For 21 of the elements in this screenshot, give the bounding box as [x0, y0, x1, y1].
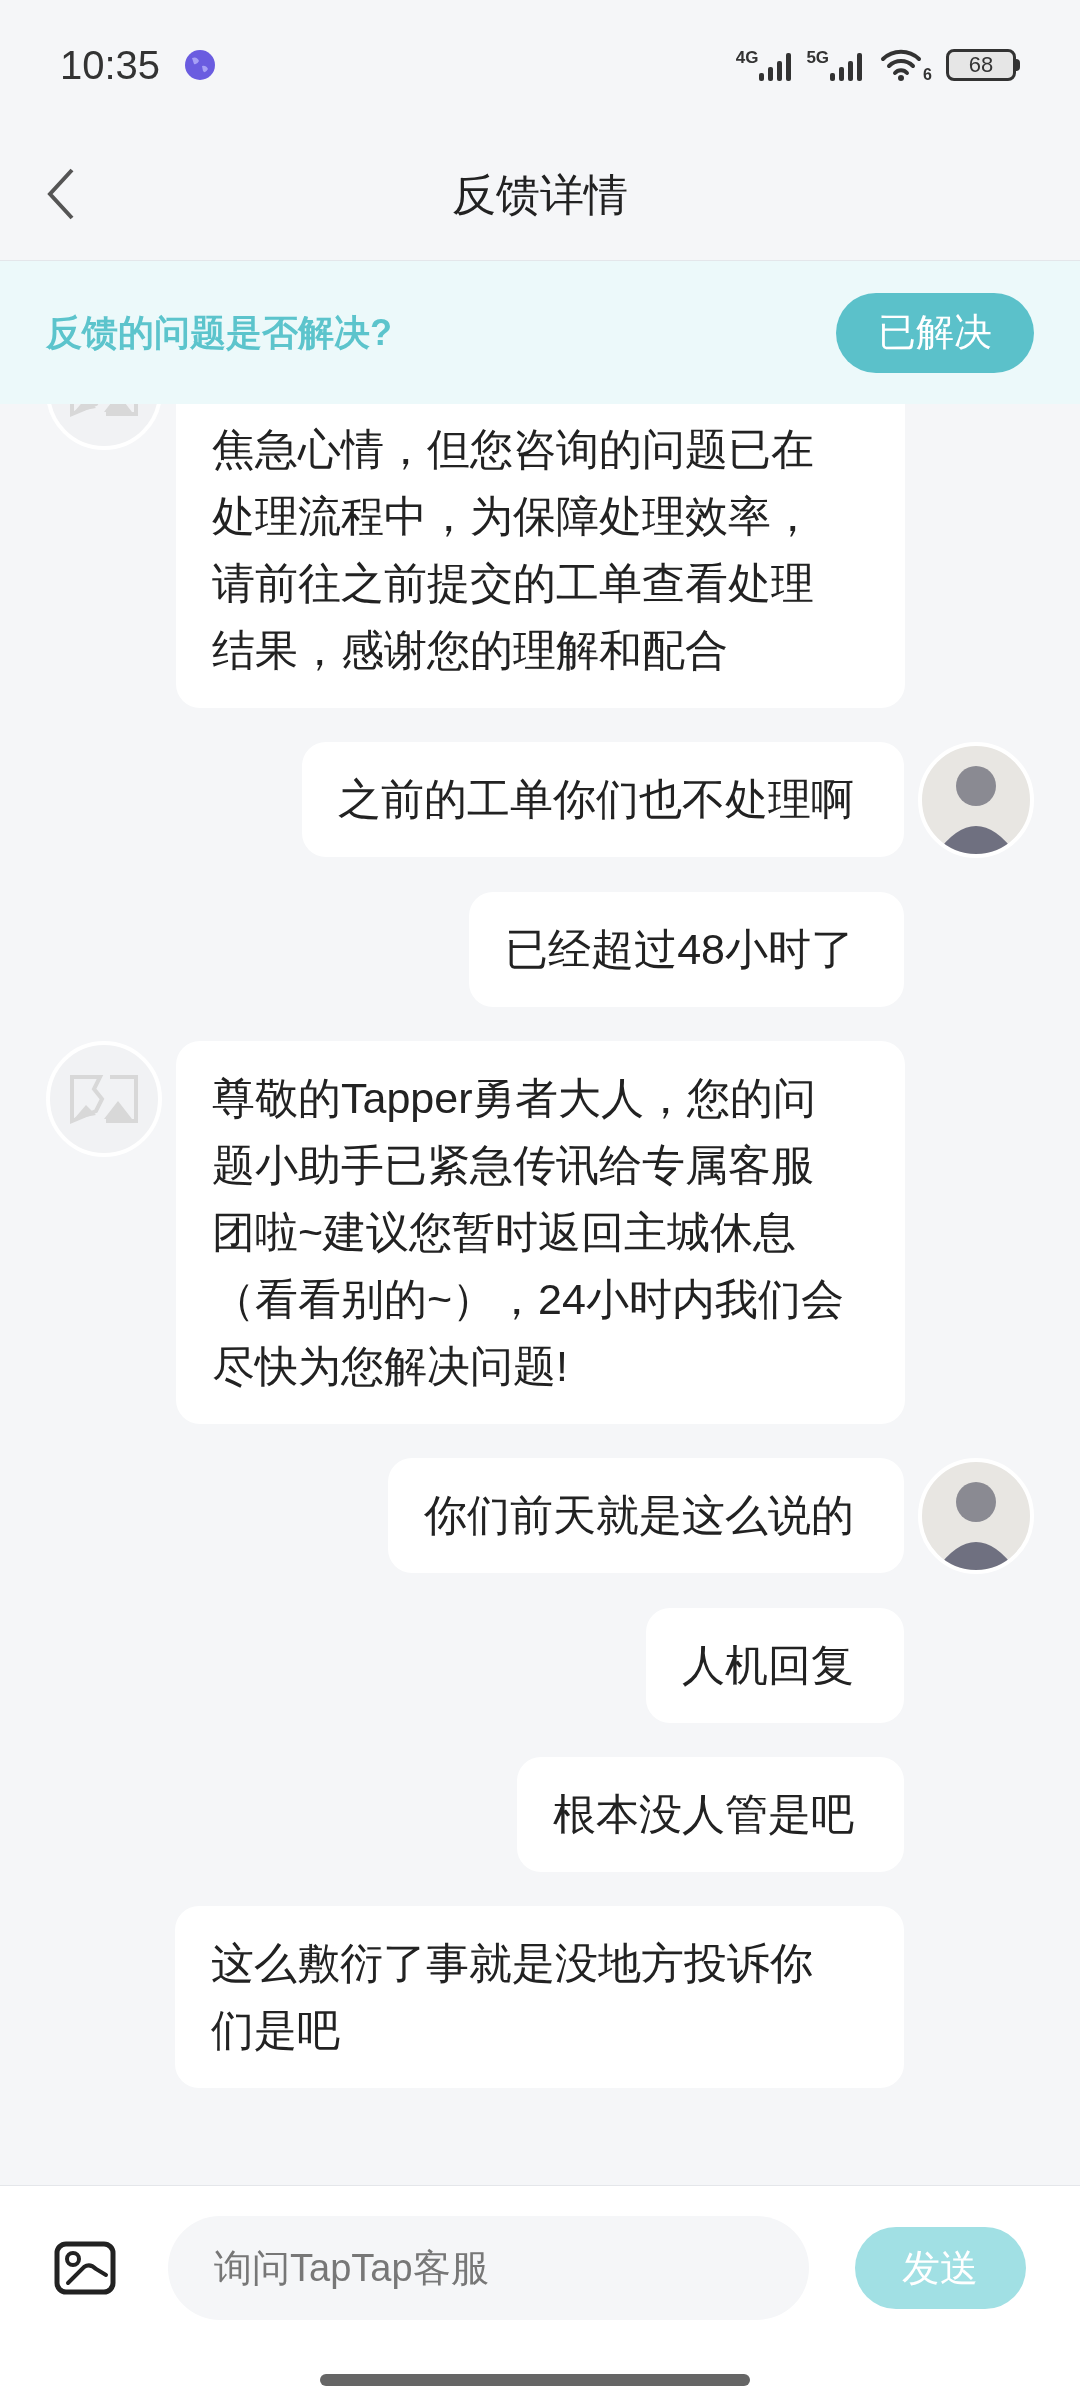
wifi-label: 6	[923, 67, 932, 83]
page-title: 反馈详情	[452, 169, 628, 221]
wifi-icon	[879, 47, 924, 83]
back-icon[interactable]	[46, 166, 76, 222]
message-bubble: 尊敬的Tapper勇者大人，您的问题小助手已紧急传讯给专属客服团啦~建议您暂时返回主城休息（看看别的~），24小时内我们会尽快为您解决问题!	[176, 1041, 905, 1424]
image-icon[interactable]	[54, 2241, 116, 2295]
message-bubble: 根本没人管是吧	[517, 1757, 904, 1872]
resolved-button[interactable]: 已解决	[836, 292, 1034, 373]
message-bubble: 之前的工单你们也不处理啊	[302, 742, 904, 857]
message-input[interactable]: 询问TapTap客服	[168, 2216, 809, 2320]
message-bubble: 这么敷衍了事就是没地方投诉你们是吧	[175, 1906, 904, 2088]
network-label: 4G	[735, 49, 759, 66]
message-bubble: 你们前天就是这么说的	[388, 1458, 904, 1573]
globe-icon	[184, 49, 217, 81]
message-bubble: 人机回复	[646, 1608, 904, 1723]
message-bubble: 已经超过48小时了	[469, 892, 904, 1007]
resolved-question: 反馈的问题是否解决?	[46, 310, 392, 355]
battery-icon: 68	[946, 49, 1016, 81]
status-time: 10:35	[60, 42, 161, 89]
message-bubble: 焦急心情，但您咨询的问题已在处理流程中，为保障处理效率，请前往之前提交的工单查看处理结果，感谢您的理解和配合	[176, 404, 905, 708]
network-label: 5G	[806, 49, 830, 66]
